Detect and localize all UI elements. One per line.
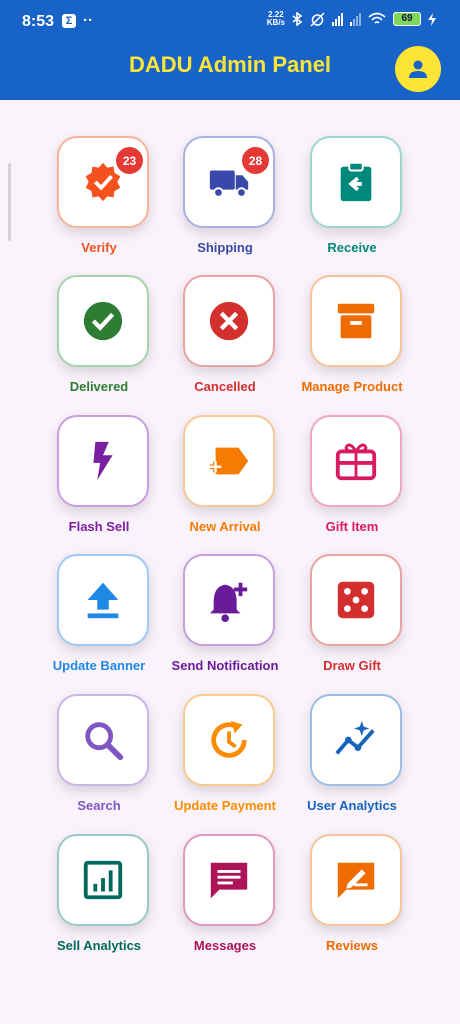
more-notifications-icon: ··	[83, 12, 93, 29]
tile-button[interactable]: 28	[183, 136, 275, 228]
tile-button[interactable]	[183, 554, 275, 646]
upload-icon	[87, 582, 119, 619]
tile-button[interactable]	[183, 275, 275, 367]
tile-label: Manage Product	[301, 379, 403, 394]
tile-button[interactable]	[57, 554, 149, 646]
message-icon	[210, 862, 248, 899]
tile-gift-item[interactable]: Gift Item	[277, 415, 427, 549]
clipboard-arrow-icon	[340, 161, 372, 202]
tile-label: User Analytics	[307, 798, 397, 813]
net-speed: 2.22 KB/s	[266, 10, 285, 27]
search-icon	[85, 722, 124, 761]
tile-label: Receive	[327, 240, 377, 255]
count-badge: 23	[116, 147, 143, 174]
tile-button[interactable]	[183, 834, 275, 926]
tile-button[interactable]	[57, 415, 149, 507]
tile-button[interactable]	[310, 136, 402, 228]
bar-chart-icon	[83, 860, 123, 900]
person-icon	[409, 60, 427, 78]
wifi-icon	[368, 12, 386, 24]
tile-button[interactable]: 23	[57, 136, 149, 228]
alarm-off-icon	[310, 11, 325, 27]
cancel-circle-icon	[209, 301, 249, 341]
notification-icon: Σ	[62, 14, 76, 28]
count-badge: 28	[242, 147, 269, 174]
tile-label: Reviews	[325, 938, 379, 953]
check-circle-icon	[83, 301, 123, 341]
dice-icon	[337, 581, 375, 619]
gift-card-icon	[335, 443, 377, 481]
signal-2-icon	[350, 12, 361, 26]
lightning-icon	[93, 441, 113, 481]
battery-icon: 69	[393, 12, 421, 26]
scroll-indicator[interactable]	[8, 163, 11, 241]
archive-box-icon	[337, 303, 375, 339]
tile-receive[interactable]: Receive	[277, 136, 427, 270]
tile-button[interactable]	[310, 275, 402, 367]
tile-button[interactable]	[57, 834, 149, 926]
tile-manage-product[interactable]: Manage Product	[277, 275, 427, 409]
tile-button[interactable]	[310, 415, 402, 507]
tile-button[interactable]	[310, 694, 402, 786]
bluetooth-icon	[292, 12, 303, 26]
update-clock-icon	[211, 720, 247, 758]
status-bar: 8:53 Σ ·· 2.22 KB/s 69	[0, 0, 460, 42]
tile-button[interactable]	[183, 415, 275, 507]
tile-draw-gift[interactable]: Draw Gift	[277, 554, 427, 688]
tile-label: Gift Item	[325, 519, 379, 534]
tile-button[interactable]	[57, 694, 149, 786]
signal-1-icon	[332, 12, 343, 26]
tile-reviews[interactable]: Reviews	[277, 834, 427, 968]
page-title: DADU Admin Panel	[128, 52, 332, 77]
review-pen-icon	[337, 862, 375, 899]
tile-label: Draw Gift	[323, 658, 381, 673]
bell-plus-icon	[209, 582, 248, 623]
analytics-line-icon	[335, 720, 375, 755]
tile-button[interactable]	[183, 694, 275, 786]
tile-button[interactable]	[310, 834, 402, 926]
new-label-icon	[209, 447, 249, 475]
status-time: 8:53	[22, 13, 55, 30]
avatar[interactable]	[395, 46, 441, 92]
tile-button[interactable]	[310, 554, 402, 646]
tile-user-analytics[interactable]: User Analytics	[277, 694, 427, 828]
charging-icon	[428, 12, 436, 26]
tile-button[interactable]	[57, 275, 149, 367]
app-bar: 8:53 Σ ·· 2.22 KB/s 69 DADU Admin Panel	[0, 0, 460, 100]
